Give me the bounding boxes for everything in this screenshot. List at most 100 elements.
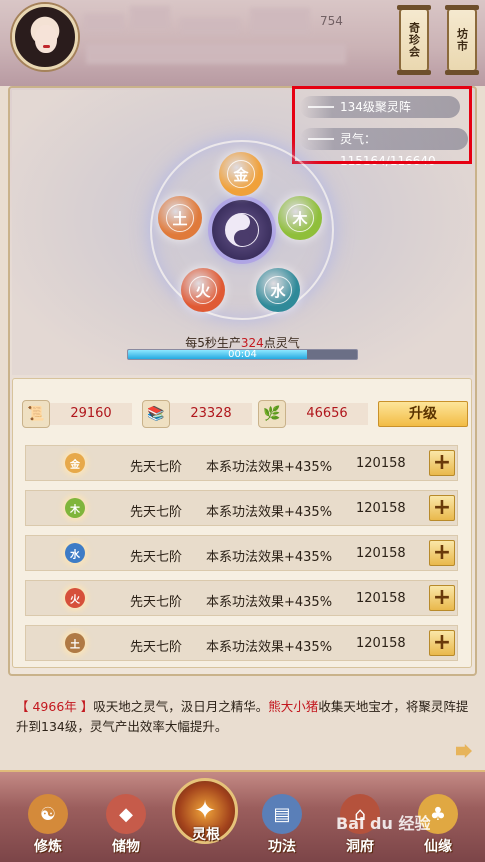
blurred-area [250,8,310,34]
plus-button[interactable]: + [429,450,455,476]
production-prefix: 每5秒生产 [185,336,241,350]
element-value: 120158 [356,636,406,651]
metal-orb-glyph: 金 [227,160,255,188]
nav-storage-label: 储物 [112,839,140,855]
blurred-area [130,6,170,30]
event-log: 【 4966年 】吸天地之灵气，汲日月之精华。熊大小猪收集天地宝才，将聚灵阵提升… [16,697,470,737]
upgrade-button[interactable]: 升级 [378,401,468,427]
nav-cultivate-label: 修炼 [34,839,62,855]
element-glyph: 木 [65,498,85,518]
element-glyph: 土 [65,633,85,653]
earth-orb[interactable]: 土 [158,196,202,240]
element-row: 火 先天七阶 本系功法效果+435% 120158 + [25,580,458,616]
production-suffix: 点灵气 [263,336,300,350]
metal-orb[interactable]: 金 [219,152,263,196]
element-rank: 先天七阶 [130,640,183,655]
player-stat-partial: 754 [320,14,343,28]
avatar-face [35,25,57,53]
market-label: 坊市 [455,28,469,52]
log-part1: 吸天地之灵气，汲日月之精华。 [93,699,269,714]
element-value: 120158 [356,591,406,606]
nav-fate-label: 仙缘 [424,839,452,855]
production-progress-bar: 00:04 [127,349,358,360]
element-rank: 先天七阶 [130,550,183,565]
nav-cultivate[interactable]: ☯ 修炼 [18,794,78,860]
element-badge: 土 [52,629,98,657]
player-avatar[interactable] [12,4,78,70]
baidu-watermark: Bai du 经验 [336,814,431,833]
element-badge: 木 [52,494,98,522]
element-effect: 本系功法效果+435% [206,550,333,565]
element-row: 金 先天七阶 本系功法效果+435% 120158 + [25,445,458,481]
production-amount: 324 [240,336,264,350]
water-orb-glyph: 水 [264,276,292,304]
wood-orb[interactable]: 木 [278,196,322,240]
element-badge: 水 [52,539,98,567]
element-glyph: 金 [65,453,85,473]
element-value: 120158 [356,546,406,561]
treasure-pavilion-label: 奇珍会 [407,22,421,58]
book-icon: 📚 [142,400,170,428]
plus-button[interactable]: + [429,495,455,521]
plus-button[interactable]: + [429,540,455,566]
nav-techniques[interactable]: ▤ 功法 [252,794,312,860]
formation-level-label: 134级聚灵阵 [340,100,411,114]
element-row: 木 先天七阶 本系功法效果+435% 120158 + [25,490,458,526]
top-bar: 754 奇珍会 坊市 [0,0,485,86]
log-bracket-close: 】 [76,699,94,714]
plus-button[interactable]: + [429,630,455,656]
yin-yang-icon [225,213,259,247]
nav-spirit-root[interactable]: 灵根 [176,822,236,852]
element-badge: 金 [52,449,98,477]
wood-orb-glyph: 木 [286,204,314,232]
scroll-resource-value: 29160 [50,403,132,425]
log-player-name: 熊大小猪 [268,699,319,714]
element-effect: 本系功法效果+435% [206,595,333,610]
element-effect: 本系功法效果+435% [206,460,333,475]
log-year: 4966年 [32,699,77,714]
water-orb[interactable]: 水 [256,268,300,312]
element-effect: 本系功法效果+435% [206,505,333,520]
nav-storage[interactable]: ◆ 储物 [96,794,156,860]
earth-orb-glyph: 土 [166,204,194,232]
cultivate-icon: ☯ [28,794,68,834]
arrow-decoration-icon [308,106,334,108]
log-bracket-open: 【 [16,699,33,714]
herb-resource-value: 46656 [286,403,368,425]
fire-orb[interactable]: 火 [181,268,225,312]
plus-button[interactable]: + [429,585,455,611]
blurred-area [84,14,124,32]
element-rank: 先天七阶 [130,595,183,610]
yin-yang-core[interactable] [212,200,272,260]
element-rank: 先天七阶 [130,505,183,520]
nav-techniques-label: 功法 [268,839,296,855]
nav-spirit-root-label: 灵根 [192,827,220,843]
element-badge: 火 [52,584,98,612]
qi-pill: 灵气：115164/116640 [300,128,468,168]
storage-bag-icon: ◆ [106,794,146,834]
element-value: 120158 [356,456,406,471]
element-row: 土 先天七阶 本系功法效果+435% 120158 + [25,625,458,661]
next-arrow-icon[interactable] [456,744,472,758]
blurred-area [86,44,346,64]
scroll-icon: 📜 [22,400,50,428]
element-rank: 先天七阶 [130,460,183,475]
herb-icon: 🌿 [258,400,286,428]
treasure-pavilion-button[interactable]: 奇珍会 [397,5,431,75]
element-effect: 本系功法效果+435% [206,640,333,655]
element-glyph: 火 [65,588,85,608]
progress-timer: 00:04 [228,349,257,360]
arrow-decoration-icon [308,138,334,140]
element-glyph: 水 [65,543,85,563]
nav-cave-label: 洞府 [346,839,374,855]
element-value: 120158 [356,501,406,516]
technique-book-icon: ▤ [262,794,302,834]
element-row: 水 先天七阶 本系功法效果+435% 120158 + [25,535,458,571]
formation-level-pill: 134级聚灵阵 [300,96,460,118]
fire-orb-glyph: 火 [189,276,217,304]
qi-label: 灵气：115164/116640 [340,132,436,168]
market-button[interactable]: 坊市 [445,5,479,75]
avatar-lips [43,45,50,48]
book-resource-value: 23328 [170,403,252,425]
blurred-area [180,18,240,34]
